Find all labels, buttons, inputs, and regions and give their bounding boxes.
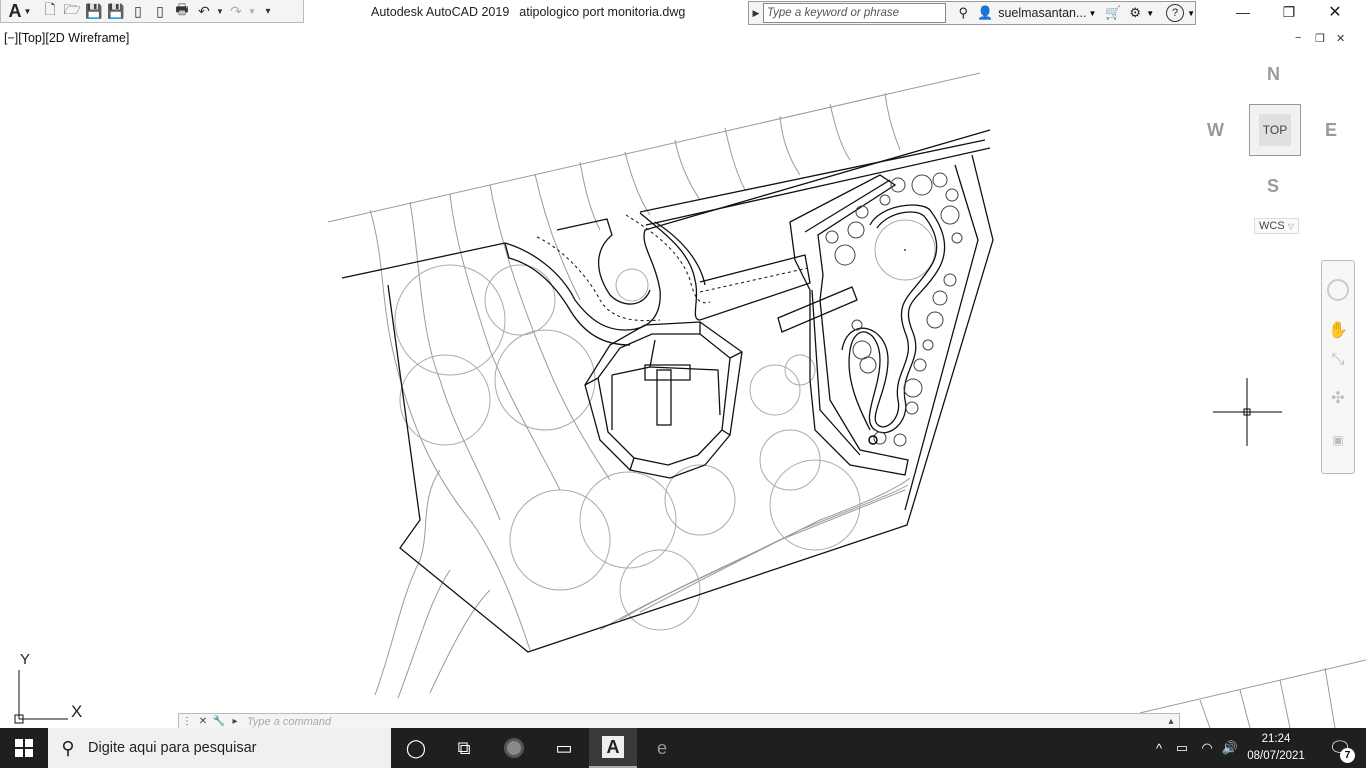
drawing-canvas[interactable]	[0, 0, 1366, 728]
grip-icon[interactable]: ⋮	[179, 715, 195, 729]
orbit-icon[interactable]: ✣	[1326, 387, 1350, 409]
command-close-icon[interactable]: ✕	[195, 715, 211, 729]
dashed-path	[536, 214, 809, 322]
clock-date: 08/07/2021	[1247, 750, 1305, 762]
showmotion-icon[interactable]: ▣	[1326, 429, 1350, 451]
viewcube-west[interactable]: W	[1207, 120, 1224, 141]
viewcube-east[interactable]: E	[1325, 120, 1337, 141]
garden-path	[841, 204, 946, 434]
ucs-y-label: Y	[20, 651, 31, 668]
viewcube-top-face[interactable]: TOP	[1249, 104, 1301, 156]
autocad-window: { "window": { "app_title": "Autodesk Aut…	[0, 0, 1366, 768]
wcs-label: WCS	[1259, 220, 1285, 232]
windows-taskbar: ⚲ Digite aqui para pesquisar ◯ ⧉ ▭ A e ^…	[0, 728, 1366, 768]
ucs-icon	[14, 670, 68, 724]
autocad-icon[interactable]: A	[589, 728, 637, 768]
notification-badge: 7	[1340, 748, 1355, 763]
ucs-x-label: X	[71, 702, 83, 721]
clock-time: 21:24	[1261, 733, 1291, 745]
notification-center-icon[interactable]: 🗨 7	[1318, 728, 1362, 768]
viewcube-face-label: TOP	[1259, 114, 1291, 146]
task-view-icon[interactable]: ⧉	[440, 728, 488, 768]
command-input[interactable]	[243, 714, 1163, 729]
windows-start-icon[interactable]	[0, 728, 48, 768]
file-explorer-icon[interactable]: ▭	[540, 728, 588, 768]
building-footprint	[584, 321, 743, 479]
customize-wrench-icon[interactable]: 🔧	[211, 715, 227, 729]
edge-icon[interactable]: e	[638, 728, 686, 768]
pan-icon[interactable]: ✋	[1326, 319, 1350, 341]
taskbar-search[interactable]: ⚲ Digite aqui para pesquisar	[48, 728, 391, 768]
cortana-icon[interactable]: ◯	[392, 728, 440, 768]
recent-commands-icon[interactable]: ▸	[227, 715, 243, 729]
battery-icon[interactable]: ▭	[1172, 728, 1192, 768]
viewcube-south[interactable]: S	[1267, 176, 1279, 197]
volume-icon[interactable]: 🔊	[1220, 728, 1240, 768]
steering-wheel-icon[interactable]	[1327, 279, 1349, 301]
command-expand-icon[interactable]: ▴	[1163, 715, 1179, 729]
zoom-extents-icon[interactable]: ⤡	[1326, 349, 1350, 371]
chrome-icon[interactable]	[490, 728, 538, 768]
navigation-bar: ✋ ⤡ ✣ ▣	[1321, 260, 1355, 474]
wifi-icon[interactable]: ◠	[1197, 728, 1217, 768]
wcs-menu[interactable]: WCS ▽	[1254, 218, 1299, 234]
viewcube-north[interactable]: N	[1267, 64, 1280, 85]
search-icon: ⚲	[61, 737, 75, 758]
crosshair-cursor	[1213, 378, 1282, 446]
taskbar-clock[interactable]: 21:24 08/07/2021	[1244, 731, 1308, 765]
taskbar-search-text: Digite aqui para pesquisar	[88, 740, 257, 756]
site-outline	[341, 129, 994, 653]
show-hidden-icons-icon[interactable]: ^	[1150, 728, 1168, 768]
garden-shrubs	[825, 172, 963, 447]
